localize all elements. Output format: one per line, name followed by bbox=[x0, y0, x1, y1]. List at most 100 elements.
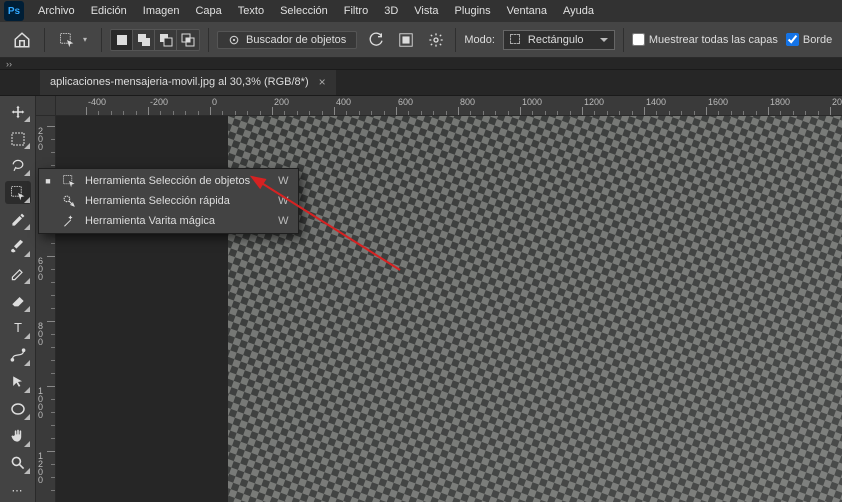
ruler-tick: 0 bbox=[210, 96, 211, 115]
tool-marquee[interactable] bbox=[5, 127, 31, 150]
selection-mode-group bbox=[110, 29, 200, 51]
flyout-item-object-select[interactable]: ■ Herramienta Selección de objetos W bbox=[39, 171, 298, 191]
menu-filtro[interactable]: Filtro bbox=[336, 3, 376, 19]
flyout-label: Herramienta Selección rápida bbox=[85, 195, 270, 207]
separator bbox=[44, 28, 45, 52]
tool-pencil[interactable] bbox=[5, 262, 31, 285]
tools-panel: T ⋯ bbox=[0, 96, 36, 502]
horizontal-ruler[interactable]: -400 -200 0 200 400 600 800 1000 1200 1400 1600 180… bbox=[56, 96, 842, 116]
ruler-corner bbox=[36, 96, 56, 116]
menu-archivo[interactable]: Archivo bbox=[30, 3, 83, 19]
ruler-tick: 200 bbox=[272, 96, 273, 115]
overlay-button[interactable] bbox=[395, 29, 417, 51]
selection-add[interactable] bbox=[133, 30, 155, 50]
sample-all-layers-label: Muestrear todas las capas bbox=[649, 34, 778, 46]
ruler-tick: 1800 bbox=[768, 96, 769, 115]
marquee-icon bbox=[510, 34, 520, 44]
menu-vista[interactable]: Vista bbox=[406, 3, 446, 19]
tool-direct-select[interactable] bbox=[5, 371, 31, 394]
menu-texto[interactable]: Texto bbox=[230, 3, 272, 19]
menu-edicion[interactable]: Edición bbox=[83, 3, 135, 19]
ruler-tick: 800 bbox=[458, 96, 459, 115]
tool-more[interactable]: ⋯ bbox=[5, 479, 31, 502]
selection-new[interactable] bbox=[111, 30, 133, 50]
ruler-tick: 2000 bbox=[830, 96, 831, 115]
refresh-button[interactable] bbox=[365, 29, 387, 51]
home-button[interactable] bbox=[8, 26, 36, 54]
flyout-label: Herramienta Selección de objetos bbox=[85, 175, 270, 187]
ruler-tick: 1600 bbox=[706, 96, 707, 115]
ruler-tick: 1400 bbox=[644, 96, 645, 115]
selection-subtract[interactable] bbox=[155, 30, 177, 50]
svg-text:T: T bbox=[14, 320, 22, 335]
flyout-shortcut: W bbox=[278, 175, 288, 187]
menu-imagen[interactable]: Imagen bbox=[135, 3, 188, 19]
menu-capa[interactable]: Capa bbox=[187, 3, 229, 19]
refresh-icon bbox=[368, 32, 384, 48]
hard-edge-checkbox[interactable] bbox=[786, 33, 799, 46]
hard-edge-toggle[interactable]: Borde bbox=[786, 33, 832, 46]
menu-ayuda[interactable]: Ayuda bbox=[555, 3, 602, 19]
flyout-label: Herramienta Varita mágica bbox=[85, 215, 270, 227]
mode-select-value: Rectángulo bbox=[528, 34, 584, 46]
tool-proxy[interactable]: ▾ bbox=[53, 30, 93, 50]
tool-eraser[interactable] bbox=[5, 289, 31, 312]
target-icon bbox=[228, 34, 240, 46]
home-icon bbox=[13, 31, 31, 49]
document-tab[interactable]: aplicaciones-mensajeria-movil.jpg al 30,… bbox=[40, 70, 336, 95]
document-tab-title: aplicaciones-mensajeria-movil.jpg al 30,… bbox=[50, 76, 309, 88]
menu-bar: Ps Archivo Edición Imagen Capa Texto Sel… bbox=[0, 0, 842, 22]
tool-lasso[interactable] bbox=[5, 154, 31, 177]
close-tab-button[interactable]: × bbox=[319, 75, 326, 89]
chevron-right-icon: ›› bbox=[6, 59, 12, 69]
workspace: T ⋯ -400 -200 0 200 400 600 800 1000 1200 1400 160… bbox=[0, 96, 842, 502]
flyout-item-magic-wand[interactable]: Herramienta Varita mágica W bbox=[39, 211, 298, 231]
ruler-tick: 1000 bbox=[520, 96, 521, 115]
sample-all-layers-checkbox[interactable] bbox=[632, 33, 645, 46]
menu-3d[interactable]: 3D bbox=[376, 3, 406, 19]
tool-brush[interactable] bbox=[5, 235, 31, 258]
object-finder-toggle[interactable]: Buscador de objetos bbox=[217, 31, 357, 49]
square-icon bbox=[116, 34, 128, 46]
tool-ellipse[interactable] bbox=[5, 398, 31, 421]
panel-collapse-strip[interactable]: ›› bbox=[0, 58, 842, 70]
ruler-tick: 1200 bbox=[582, 96, 583, 115]
hard-edge-label: Borde bbox=[803, 34, 832, 46]
mode-label: Modo: bbox=[464, 34, 495, 46]
app-logo: Ps bbox=[4, 1, 24, 21]
intersect-selection-icon bbox=[181, 33, 195, 47]
tool-flyout: ■ Herramienta Selección de objetos W Her… bbox=[38, 168, 299, 234]
separator bbox=[623, 28, 624, 52]
tool-eyedropper[interactable] bbox=[5, 208, 31, 231]
tool-path[interactable] bbox=[5, 344, 31, 367]
menu-seleccion[interactable]: Selección bbox=[272, 3, 336, 19]
ruler-tick: -400 bbox=[86, 96, 87, 115]
sample-all-layers-toggle[interactable]: Muestrear todas las capas bbox=[632, 33, 778, 46]
canvas-area: -400 -200 0 200 400 600 800 1000 1200 1400 1600 180… bbox=[36, 96, 842, 502]
menu-plugins[interactable]: Plugins bbox=[447, 3, 499, 19]
selection-intersect[interactable] bbox=[177, 30, 199, 50]
more-icon: ⋯ bbox=[12, 484, 24, 497]
object-select-icon bbox=[61, 173, 77, 189]
tool-type[interactable]: T bbox=[5, 317, 31, 340]
tool-move[interactable] bbox=[5, 100, 31, 123]
gear-icon bbox=[428, 32, 444, 48]
ruler-tick: 600 bbox=[396, 96, 397, 115]
chevron-down-icon: ▾ bbox=[79, 35, 87, 44]
tool-hand[interactable] bbox=[5, 425, 31, 448]
settings-button[interactable] bbox=[425, 29, 447, 51]
mode-select[interactable]: Rectángulo bbox=[503, 30, 615, 50]
document-tab-bar: aplicaciones-mensajeria-movil.jpg al 30,… bbox=[0, 70, 842, 96]
quick-select-icon bbox=[61, 193, 77, 209]
add-selection-icon bbox=[137, 33, 151, 47]
tool-zoom[interactable] bbox=[5, 452, 31, 475]
selected-indicator: ■ bbox=[43, 176, 53, 186]
ruler-tick: -200 bbox=[148, 96, 149, 115]
tool-object-select[interactable] bbox=[5, 181, 31, 204]
flyout-item-quick-select[interactable]: Herramienta Selección rápida W bbox=[39, 191, 298, 211]
magic-wand-icon bbox=[61, 213, 77, 229]
menu-ventana[interactable]: Ventana bbox=[499, 3, 555, 19]
ruler-tick: 400 bbox=[334, 96, 335, 115]
options-bar: ▾ Buscador de objetos Modo: Rectángulo M… bbox=[0, 22, 842, 58]
object-finder-label: Buscador de objetos bbox=[246, 34, 346, 46]
